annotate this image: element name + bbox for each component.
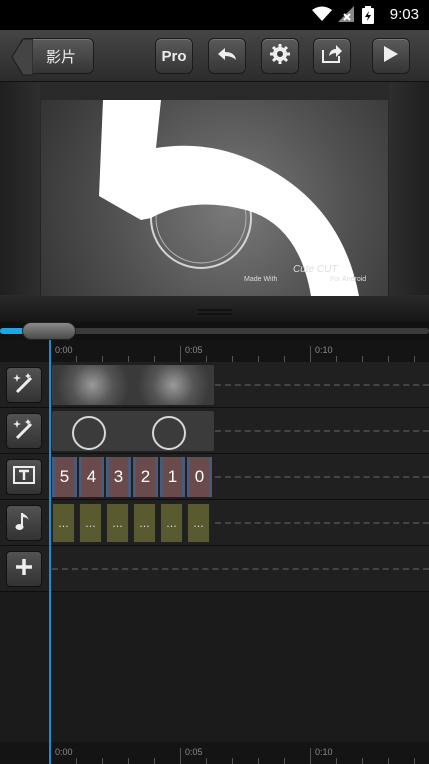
ruler-label: 0:10 bbox=[315, 345, 333, 355]
stage-wall-left bbox=[0, 82, 40, 297]
play-icon bbox=[383, 45, 399, 67]
empty-track-placeholder bbox=[215, 522, 429, 524]
text-clip[interactable]: 2 bbox=[133, 457, 158, 497]
ruler-label: 0:05 bbox=[185, 747, 203, 757]
overlay-clip[interactable] bbox=[52, 411, 214, 451]
ruler-tick bbox=[388, 758, 389, 764]
ruler-tick bbox=[284, 758, 285, 764]
ring-thumbnail bbox=[152, 416, 186, 450]
battery-charging-icon bbox=[362, 6, 374, 28]
ruler-tick bbox=[414, 758, 415, 764]
undo-button[interactable] bbox=[208, 38, 246, 74]
overlay-effect-button[interactable] bbox=[6, 413, 42, 449]
ruler-tick bbox=[102, 758, 103, 764]
playhead[interactable] bbox=[49, 340, 51, 764]
audio-track: ... ... ... ... ... ... bbox=[0, 500, 429, 546]
back-label: 影片 bbox=[45, 47, 76, 66]
timeline-tracks: 5 4 3 2 1 0 ... ... ... ... ... ... bbox=[0, 362, 429, 742]
stage-wall-right bbox=[389, 82, 429, 297]
video-thumbnail bbox=[133, 365, 214, 405]
video-preview[interactable]: Made With Cute CUT For Android bbox=[41, 100, 388, 296]
text-icon bbox=[13, 466, 35, 488]
audio-clip[interactable]: ... bbox=[106, 503, 129, 543]
add-track-row bbox=[0, 546, 429, 592]
pro-label: Pro bbox=[161, 47, 187, 65]
ruler-label: 0:00 bbox=[55, 345, 73, 355]
add-text-button[interactable] bbox=[6, 459, 42, 495]
watermark-brand: Cute CUT bbox=[293, 264, 338, 275]
video-thumbnail bbox=[52, 365, 133, 405]
empty-track-placeholder bbox=[215, 476, 429, 478]
add-track-button[interactable] bbox=[6, 551, 42, 587]
audio-clip[interactable]: ... bbox=[160, 503, 183, 543]
ruler-tick bbox=[206, 758, 207, 764]
ruler-tick bbox=[76, 758, 77, 764]
back-button[interactable]: 影片 bbox=[11, 38, 94, 76]
video-track bbox=[0, 362, 429, 408]
ruler-tick bbox=[310, 346, 311, 362]
video-effect-button[interactable] bbox=[6, 367, 42, 403]
text-clip[interactable]: 3 bbox=[106, 457, 131, 497]
music-note-icon bbox=[15, 510, 33, 536]
ruler-tick bbox=[362, 758, 363, 764]
overlay-track bbox=[0, 408, 429, 454]
gear-icon bbox=[269, 43, 291, 69]
ruler-tick bbox=[336, 758, 337, 764]
ruler-tick bbox=[128, 758, 129, 764]
text-clip[interactable]: 0 bbox=[187, 457, 212, 497]
watermark-for-android: For Android bbox=[330, 276, 367, 283]
share-icon bbox=[321, 44, 343, 68]
magic-wand-icon bbox=[13, 372, 35, 398]
audio-clip[interactable]: ... bbox=[79, 503, 102, 543]
text-clip[interactable]: 5 bbox=[52, 457, 77, 497]
pro-button[interactable]: Pro bbox=[155, 38, 193, 74]
audio-clip[interactable]: ... bbox=[133, 503, 156, 543]
ruler-label: 0:00 bbox=[55, 747, 73, 757]
text-clip[interactable]: 4 bbox=[79, 457, 104, 497]
ruler-tick bbox=[180, 346, 181, 362]
share-button[interactable] bbox=[313, 38, 351, 74]
plus-icon bbox=[15, 558, 33, 580]
text-clip[interactable]: 1 bbox=[160, 457, 185, 497]
text-track: 5 4 3 2 1 0 bbox=[0, 454, 429, 500]
toolbar: 影片 Pro bbox=[0, 30, 429, 82]
ruler-tick bbox=[180, 748, 181, 764]
preview-stage: Made With Cute CUT For Android bbox=[0, 82, 429, 322]
no-signal-icon bbox=[338, 6, 354, 26]
empty-track-placeholder bbox=[52, 568, 429, 570]
wifi-icon bbox=[312, 6, 332, 26]
ruler-label: 0:10 bbox=[315, 747, 333, 757]
ruler-tick bbox=[154, 758, 155, 764]
scrubber-handle[interactable] bbox=[22, 322, 76, 340]
watermark-made-with: Made With bbox=[244, 276, 278, 283]
resize-grip[interactable] bbox=[196, 301, 234, 315]
ruler-tick bbox=[310, 748, 311, 764]
settings-button[interactable] bbox=[261, 38, 299, 74]
ruler-label: 0:05 bbox=[185, 345, 203, 355]
play-button[interactable] bbox=[372, 38, 410, 74]
ruler-tick bbox=[232, 758, 233, 764]
add-audio-button[interactable] bbox=[6, 505, 42, 541]
empty-track-placeholder bbox=[215, 430, 429, 432]
audio-clip[interactable]: ... bbox=[187, 503, 210, 543]
status-bar: 9:03 bbox=[0, 0, 429, 30]
magic-wand-icon bbox=[13, 418, 35, 444]
status-time: 9:03 bbox=[389, 6, 419, 23]
ring-thumbnail bbox=[72, 416, 106, 450]
timeline-ruler-top: 0:00 0:05 0:10 bbox=[0, 340, 429, 362]
ruler-tick bbox=[258, 758, 259, 764]
video-clip[interactable] bbox=[52, 365, 214, 405]
empty-track-placeholder bbox=[215, 384, 429, 386]
undo-icon bbox=[216, 46, 238, 66]
audio-clip[interactable]: ... bbox=[52, 503, 75, 543]
scrubber[interactable] bbox=[0, 322, 429, 340]
timeline-ruler-bottom: 0:00 0:05 0:10 bbox=[0, 742, 429, 764]
